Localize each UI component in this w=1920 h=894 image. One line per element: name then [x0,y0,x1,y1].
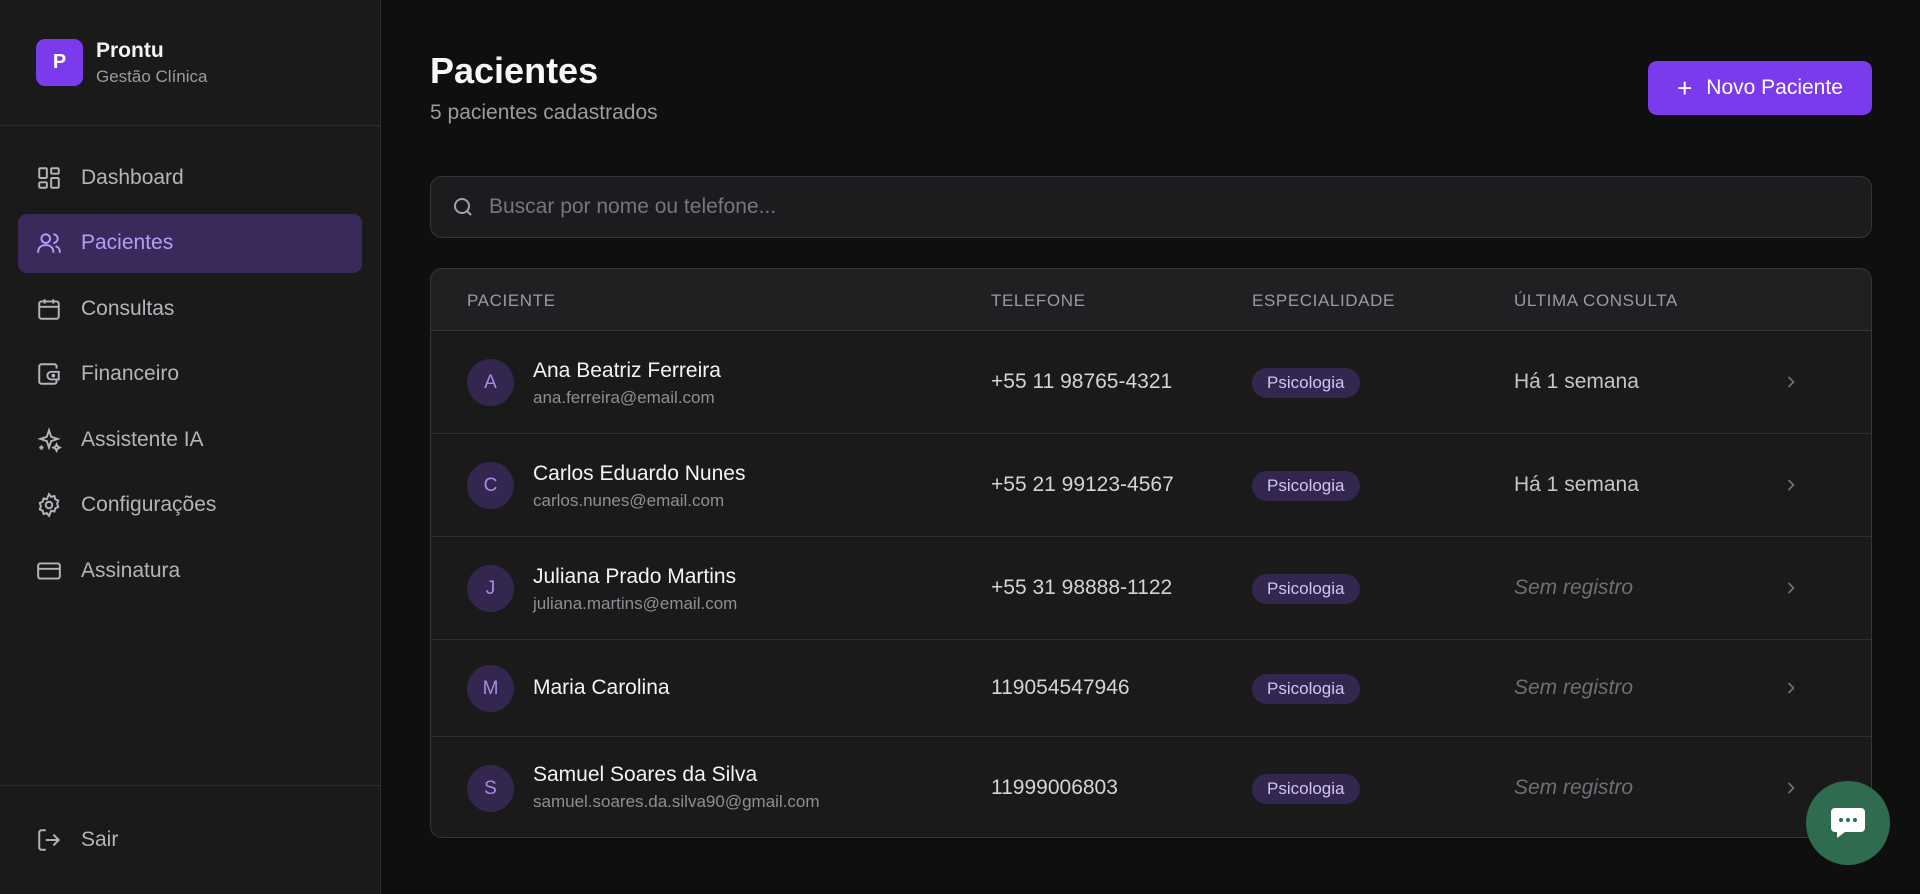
sparkles-icon [37,426,62,453]
sidebar-item-dashboard[interactable]: Dashboard [18,148,362,207]
patient-name: Carlos Eduardo Nunes [533,462,746,485]
chevron-right-icon[interactable] [1781,778,1801,798]
brand-subtitle: Gestão Clínica [96,66,208,86]
chevron-right-icon[interactable] [1781,678,1801,698]
new-patient-button[interactable]: + Novo Paciente [1648,61,1872,115]
patient-name: Ana Beatriz Ferreira [533,359,721,382]
logout-icon [38,828,61,851]
brand-name: Prontu [96,38,164,62]
patient-email: ana.ferreira@email.com [533,388,715,407]
sidebar-item-consultas[interactable]: Consultas [18,279,362,338]
last-visit: Sem registro [1514,676,1634,699]
chevron-right-icon[interactable] [1781,372,1801,392]
credit-card-icon [37,561,61,580]
sidebar-item-label: Pacientes [81,231,174,254]
brand: P Prontu Gestão Clínica [0,0,380,126]
patient-email: juliana.martins@email.com [533,594,738,613]
search-input[interactable] [489,195,1789,219]
avatar: C [467,462,514,509]
new-patient-label: Novo Paciente [1706,76,1843,99]
patient-email: samuel.soares.da.silva90@gmail.com [533,792,820,811]
table-row[interactable]: S Samuel Soares da Silva samuel.soares.d… [431,737,1871,837]
specialty-badge: Psicologia [1252,674,1360,704]
wallet-icon [38,363,60,385]
page-title: Pacientes [430,50,599,91]
patient-phone: +55 31 98888-1122 [991,576,1173,599]
sidebar-item-label: Assistente IA [81,427,204,451]
specialty-badge: Psicologia [1252,368,1360,398]
sidebar-item-label: Financeiro [81,362,180,385]
dashboard-icon [38,166,60,189]
avatar: J [467,565,514,612]
sidebar-item-label: Assinatura [81,558,181,582]
sidebar-item-label: Consultas [81,296,175,320]
search-bar [430,176,1872,238]
table-header: PACIENTE TELEFONE ESPECIALIDADE ÚLTIMA C… [431,269,1871,331]
sidebar-item-pacientes[interactable]: Pacientes [18,213,362,273]
calendar-icon [38,298,60,320]
sidebar-item-assistente-ia[interactable]: Assistente IA [18,410,362,469]
logout-button[interactable]: Sair [18,810,362,869]
last-visit: Há 1 semana [1514,370,1639,393]
patient-name: Juliana Prado Martins [533,565,737,588]
sidebar: P Prontu Gestão Clínica Dashboard Pacien… [0,0,381,894]
avatar: S [467,765,514,812]
last-visit: Sem registro [1514,776,1634,799]
table-row[interactable]: J Juliana Prado Martins juliana.martins@… [431,537,1871,640]
sidebar-item-label: Dashboard [81,165,184,189]
plus-icon: + [1677,72,1693,103]
table-row[interactable]: A Ana Beatriz Ferreira ana.ferreira@emai… [431,331,1871,434]
patient-name: Samuel Soares da Silva [533,763,758,786]
table-row[interactable]: C Carlos Eduardo Nunes carlos.nunes@emai… [431,434,1871,537]
sidebar-footer: Sair [0,785,380,894]
specialty-badge: Psicologia [1252,774,1360,804]
chevron-right-icon[interactable] [1781,578,1801,598]
last-visit: Sem registro [1514,576,1634,599]
header-specialty: ESPECIALIDADE [1252,291,1395,310]
page-subtitle: 5 pacientes cadastrados [430,101,658,124]
specialty-badge: Psicologia [1252,471,1360,501]
users-icon [37,233,61,253]
sidebar-nav: Dashboard Pacientes Consultas Financeiro… [0,126,380,600]
patient-email: carlos.nunes@email.com [533,491,725,510]
logout-label: Sair [81,827,119,851]
patient-phone: 11999006803 [991,776,1118,799]
patient-phone: 119054547946 [991,676,1130,699]
patient-name: Maria Carolina [533,676,670,699]
specialty-badge: Psicologia [1252,574,1360,604]
header-phone: TELEFONE [991,291,1086,310]
patients-table: PACIENTE TELEFONE ESPECIALIDADE ÚLTIMA C… [430,268,1872,838]
gear-icon [38,492,60,518]
search-icon [454,198,472,216]
chat-button[interactable] [1806,781,1890,865]
last-visit: Há 1 semana [1514,473,1639,496]
header-last-visit: ÚLTIMA CONSULTA [1514,291,1678,310]
patient-phone: +55 11 98765-4321 [991,370,1173,393]
avatar: A [467,359,514,406]
sidebar-item-financeiro[interactable]: Financeiro [18,345,362,404]
header-patient: PACIENTE [467,291,556,310]
sidebar-item-label: Configurações [81,493,217,516]
avatar: M [467,665,514,712]
brand-logo: P [36,39,83,86]
chat-bubble-icon [1831,808,1865,838]
table-row[interactable]: M Maria Carolina 119054547946 Psicologia… [431,640,1871,737]
patient-phone: +55 21 99123-4567 [991,473,1174,496]
chevron-right-icon[interactable] [1781,475,1801,495]
sidebar-item-assinatura[interactable]: Assinatura [18,541,362,600]
sidebar-item-configuracoes[interactable]: Configurações [18,476,362,535]
